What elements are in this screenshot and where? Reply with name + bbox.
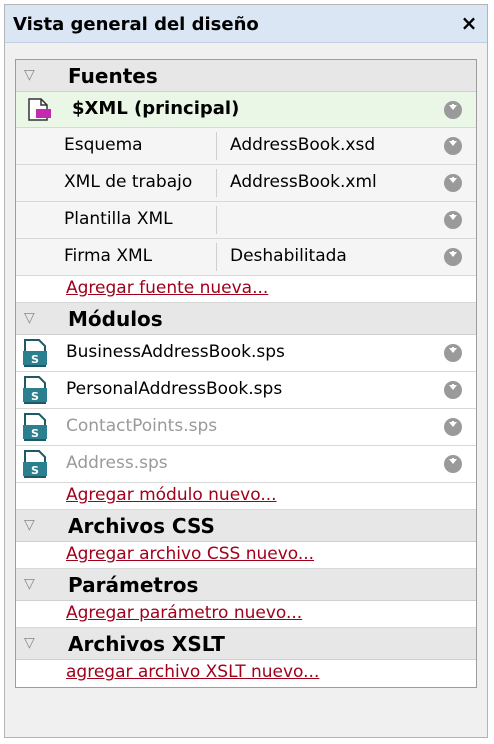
add-module-link[interactable]: Agregar módulo nuevo...	[66, 485, 277, 505]
circle-arrow-down-icon[interactable]	[444, 211, 462, 229]
column-divider	[216, 206, 217, 234]
section-modules-label: Módulos	[68, 307, 163, 331]
sps-module-icon: S	[20, 449, 50, 484]
circle-arrow-down-icon[interactable]	[444, 174, 462, 192]
circle-arrow-down-icon[interactable]	[444, 101, 462, 119]
module-row[interactable]: S Address.sps	[16, 446, 476, 483]
add-xslt-row: agregar archivo XSLT nuevo...	[16, 660, 476, 687]
section-css-label: Archivos CSS	[68, 514, 215, 538]
add-source-link[interactable]: Agregar fuente nueva...	[66, 278, 268, 298]
property-row-schema[interactable]: Esquema AddressBook.xsd	[16, 128, 476, 165]
property-value: AddressBook.xsd	[230, 135, 376, 155]
section-xslt-header[interactable]: ▽ Archivos XSLT	[16, 628, 476, 660]
section-xslt-label: Archivos XSLT	[68, 632, 225, 656]
module-row[interactable]: S ContactPoints.sps	[16, 409, 476, 446]
svg-text:S: S	[31, 390, 39, 403]
panel-title-bar: Vista general del diseño ×	[5, 5, 487, 43]
circle-arrow-down-icon[interactable]	[444, 344, 462, 362]
circle-arrow-down-icon[interactable]	[444, 418, 462, 436]
sps-module-icon: S	[20, 375, 50, 410]
property-label: XML de trabajo	[64, 172, 193, 192]
property-row-working-xml[interactable]: XML de trabajo AddressBook.xml	[16, 165, 476, 202]
section-sources-header[interactable]: ▽ Fuentes	[16, 60, 476, 92]
module-name: BusinessAddressBook.sps	[66, 342, 285, 362]
property-value: AddressBook.xml	[230, 172, 377, 192]
add-module-row: Agregar módulo nuevo...	[16, 483, 476, 510]
overview-tree: ▽ Fuentes $XML (principal) Esquema Addre…	[15, 59, 477, 688]
circle-arrow-down-icon[interactable]	[444, 137, 462, 155]
panel-title: Vista general del diseño	[13, 14, 259, 35]
column-divider	[216, 132, 217, 160]
xml-document-icon	[26, 98, 52, 127]
section-modules-header[interactable]: ▽ Módulos	[16, 303, 476, 335]
svg-text:S: S	[31, 353, 39, 366]
add-xslt-link[interactable]: agregar archivo XSLT nuevo...	[66, 662, 319, 682]
add-css-link[interactable]: Agregar archivo CSS nuevo...	[66, 544, 314, 564]
module-name: PersonalAddressBook.sps	[66, 379, 283, 399]
property-label: Plantilla XML	[64, 209, 173, 229]
svg-text:S: S	[31, 427, 39, 440]
column-divider	[216, 169, 217, 197]
property-label: Firma XML	[64, 246, 153, 266]
close-icon[interactable]: ×	[457, 11, 481, 35]
collapse-triangle-icon[interactable]: ▽	[24, 67, 35, 83]
circle-arrow-down-icon[interactable]	[444, 381, 462, 399]
collapse-triangle-icon[interactable]: ▽	[24, 635, 35, 651]
module-row[interactable]: S PersonalAddressBook.sps	[16, 372, 476, 409]
sps-module-icon: S	[20, 338, 50, 373]
design-overview-panel: Vista general del diseño × ▽ Fuentes $XM…	[4, 4, 488, 738]
collapse-triangle-icon[interactable]: ▽	[24, 576, 35, 592]
collapse-triangle-icon[interactable]: ▽	[24, 517, 35, 533]
main-source-label: $XML (principal)	[72, 98, 240, 119]
add-parameter-link[interactable]: Agregar parámetro nuevo...	[66, 603, 302, 623]
section-parameters-header[interactable]: ▽ Parámetros	[16, 569, 476, 601]
section-css-header[interactable]: ▽ Archivos CSS	[16, 510, 476, 542]
section-parameters-label: Parámetros	[68, 573, 199, 597]
main-source-row[interactable]: $XML (principal)	[16, 92, 476, 128]
add-css-row: Agregar archivo CSS nuevo...	[16, 542, 476, 569]
property-value: Deshabilitada	[230, 246, 347, 266]
module-row[interactable]: S BusinessAddressBook.sps	[16, 335, 476, 372]
svg-text:S: S	[31, 464, 39, 477]
column-divider	[216, 243, 217, 271]
add-source-row: Agregar fuente nueva...	[16, 276, 476, 303]
add-parameter-row: Agregar parámetro nuevo...	[16, 601, 476, 628]
module-name: ContactPoints.sps	[66, 416, 218, 436]
property-label: Esquema	[64, 135, 143, 155]
property-row-xml-template[interactable]: Plantilla XML	[16, 202, 476, 239]
circle-arrow-down-icon[interactable]	[444, 248, 462, 266]
module-name: Address.sps	[66, 453, 168, 473]
circle-arrow-down-icon[interactable]	[444, 455, 462, 473]
section-sources-label: Fuentes	[68, 64, 158, 88]
collapse-triangle-icon[interactable]: ▽	[24, 310, 35, 326]
property-row-xml-signature[interactable]: Firma XML Deshabilitada	[16, 239, 476, 276]
sps-module-icon: S	[20, 412, 50, 447]
